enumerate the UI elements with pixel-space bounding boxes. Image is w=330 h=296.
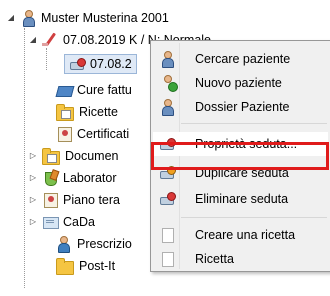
selected-session-label: 07.08.2 <box>90 57 132 71</box>
tree-node-prescrizioni[interactable]: Prescrizio <box>42 234 132 254</box>
patient-dossier-icon <box>159 99 175 116</box>
menu-item-label: Cercare paziente <box>195 52 291 66</box>
collapse-icon[interactable]: ◢ <box>6 13 16 23</box>
folder-icon <box>56 258 74 275</box>
menu-item-label: Dossier Paziente <box>195 100 290 114</box>
tree-node-piano[interactable]: ▷ Piano tera <box>28 190 120 210</box>
tree-node-certificati[interactable]: Certificati <box>42 124 129 144</box>
menu-item-label: Creare una ricetta <box>195 228 296 242</box>
tree-guide-line <box>24 28 25 288</box>
tree-guide-line <box>46 48 47 70</box>
menu-item-cercare-paziente[interactable]: Cercare paziente <box>153 47 328 71</box>
document-icon <box>159 251 175 267</box>
patient-icon <box>20 10 36 27</box>
certificate-icon <box>56 126 72 142</box>
prescription-person-icon <box>56 236 72 253</box>
document-icon <box>159 227 175 243</box>
tree-item-label: Documen <box>65 149 119 163</box>
patient-add-icon <box>159 75 178 92</box>
expand-icon[interactable]: ▷ <box>28 217 38 227</box>
tree-item-label: Post-It <box>79 259 116 273</box>
expand-icon[interactable]: ▷ <box>28 151 38 161</box>
expand-icon[interactable]: ▷ <box>28 173 38 183</box>
tree-node-documenti[interactable]: ▷ Documen <box>28 146 119 166</box>
tree-node-ricette[interactable]: Ricette <box>42 102 118 122</box>
menu-item-label: Nuovo paziente <box>195 76 282 90</box>
tree-item-label: Certificati <box>77 127 130 141</box>
tree-item-label: CaDa <box>63 215 95 229</box>
folder-icon <box>42 148 60 165</box>
tree-item-label: Prescrizio <box>77 237 132 251</box>
menu-separator <box>181 217 327 218</box>
tree-node-cada[interactable]: ▷ CaDa <box>28 212 95 232</box>
menu-item-label: Eliminare seduta <box>195 192 289 206</box>
patient-name: Muster Musterina 2001 <box>41 11 169 25</box>
cada-icon <box>42 214 59 230</box>
collapse-icon[interactable]: ◢ <box>28 35 38 45</box>
patient-search-icon <box>159 51 175 68</box>
tree-item-label: Piano tera <box>63 193 120 207</box>
highlight-box <box>151 142 329 170</box>
menu-item-ricetta[interactable]: Ricetta <box>153 247 328 271</box>
tree-node-session-selected[interactable]: 07.08.2 <box>64 54 137 74</box>
menu-item-eliminare-seduta[interactable]: Eliminare seduta <box>153 187 328 211</box>
tree-node-laboratorio[interactable]: ▷ Laborator <box>28 168 117 188</box>
menu-item-dossier-paziente[interactable]: Dossier Paziente <box>153 95 328 119</box>
session-delete-icon <box>159 191 176 207</box>
session-icon <box>69 56 86 72</box>
therapy-plan-icon <box>42 192 58 208</box>
tree-node-root[interactable]: ◢ Muster Musterina 2001 <box>6 8 169 28</box>
menu-item-creare-ricetta[interactable]: Creare una ricetta <box>153 223 328 247</box>
folder-icon <box>56 104 74 121</box>
session-pen-icon <box>42 32 58 48</box>
selected-session[interactable]: 07.08.2 <box>64 54 137 74</box>
tree-item-label: Laborator <box>63 171 117 185</box>
laboratory-icon <box>42 170 58 186</box>
invoice-card-icon <box>56 82 72 98</box>
tree-node-cure[interactable]: Cure fattu <box>42 80 132 100</box>
menu-item-label: Ricetta <box>195 252 234 266</box>
tree-item-label: Ricette <box>79 105 118 119</box>
tree-node-postit[interactable]: Post-It <box>42 256 115 276</box>
expand-icon[interactable]: ▷ <box>28 195 38 205</box>
tree-item-label: Cure fattu <box>77 83 132 97</box>
menu-separator <box>181 123 327 124</box>
menu-item-nuovo-paziente[interactable]: Nuovo paziente <box>153 71 328 95</box>
